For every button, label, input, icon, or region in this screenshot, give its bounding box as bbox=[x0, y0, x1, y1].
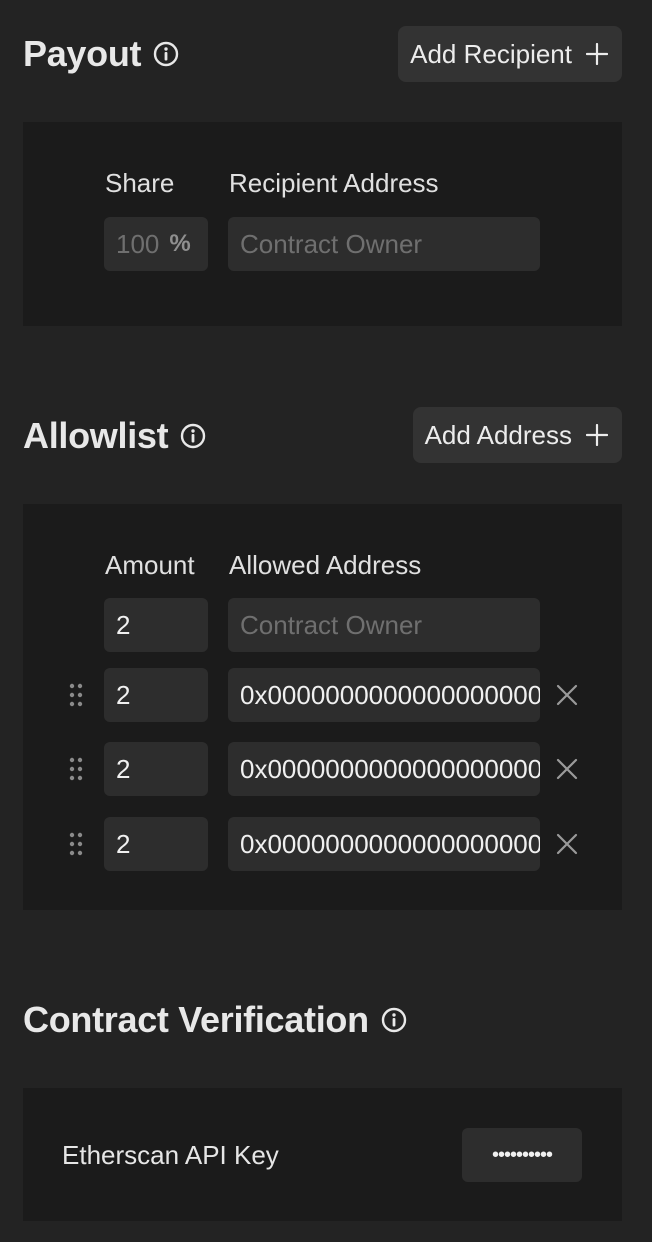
amount-input[interactable]: 2 bbox=[104, 742, 208, 796]
add-address-label: Add Address bbox=[424, 419, 572, 450]
drag-handle-icon[interactable] bbox=[69, 832, 83, 856]
owner-amount-input[interactable]: 2 bbox=[104, 598, 208, 652]
info-icon[interactable] bbox=[381, 1007, 407, 1033]
payout-title-text: Payout bbox=[23, 33, 142, 74]
recipient-address-input[interactable]: Contract Owner bbox=[228, 217, 540, 271]
share-column-header: Share bbox=[105, 168, 175, 198]
etherscan-api-key-input[interactable]: •••••••••• bbox=[462, 1128, 582, 1182]
add-address-button[interactable]: Add Address bbox=[412, 407, 622, 463]
amount-column-header: Amount bbox=[105, 550, 195, 580]
drag-handle-icon[interactable] bbox=[69, 683, 83, 707]
plus-icon bbox=[586, 424, 608, 446]
drag-handle-icon[interactable] bbox=[69, 757, 83, 781]
share-value: 100 bbox=[116, 228, 160, 259]
close-icon[interactable] bbox=[556, 758, 578, 780]
close-icon[interactable] bbox=[556, 833, 578, 855]
allowlist-title: Allowlist bbox=[23, 415, 206, 457]
owner-address-input[interactable]: Contract Owner bbox=[228, 598, 540, 652]
allowed-address-column-header: Allowed Address bbox=[229, 550, 422, 580]
verification-panel: Etherscan API Key •••••••••• bbox=[23, 1088, 622, 1221]
address-input[interactable]: 0x00000000000000000000000000000000000000… bbox=[228, 668, 540, 722]
plus-icon bbox=[586, 43, 608, 65]
percent-suffix: % bbox=[169, 230, 191, 257]
allowlist-panel: Amount Allowed Address 2 Contract Owner … bbox=[23, 504, 622, 910]
share-input[interactable]: 100 % bbox=[104, 217, 208, 271]
amount-input[interactable]: 2 bbox=[104, 668, 208, 722]
close-icon[interactable] bbox=[556, 684, 578, 706]
contract-verification-title-text: Contract Verification bbox=[23, 999, 369, 1040]
amount-input[interactable]: 2 bbox=[104, 817, 208, 871]
contract-verification-title: Contract Verification bbox=[23, 999, 407, 1041]
etherscan-api-key-label: Etherscan API Key bbox=[62, 1140, 279, 1170]
allowlist-title-text: Allowlist bbox=[23, 415, 169, 456]
address-input[interactable]: 0x00000000000000000000000000000000000000… bbox=[228, 742, 540, 796]
payout-title: Payout bbox=[23, 33, 179, 75]
add-recipient-label: Add Recipient bbox=[410, 38, 572, 69]
info-icon[interactable] bbox=[153, 41, 179, 67]
add-recipient-button[interactable]: Add Recipient bbox=[398, 26, 622, 82]
payout-panel: Share Recipient Address 100 % Contract O… bbox=[23, 122, 622, 326]
address-input[interactable]: 0x00000000000000000000000000000000000000… bbox=[228, 817, 540, 871]
recipient-address-column-header: Recipient Address bbox=[229, 168, 439, 198]
info-icon[interactable] bbox=[180, 423, 206, 449]
